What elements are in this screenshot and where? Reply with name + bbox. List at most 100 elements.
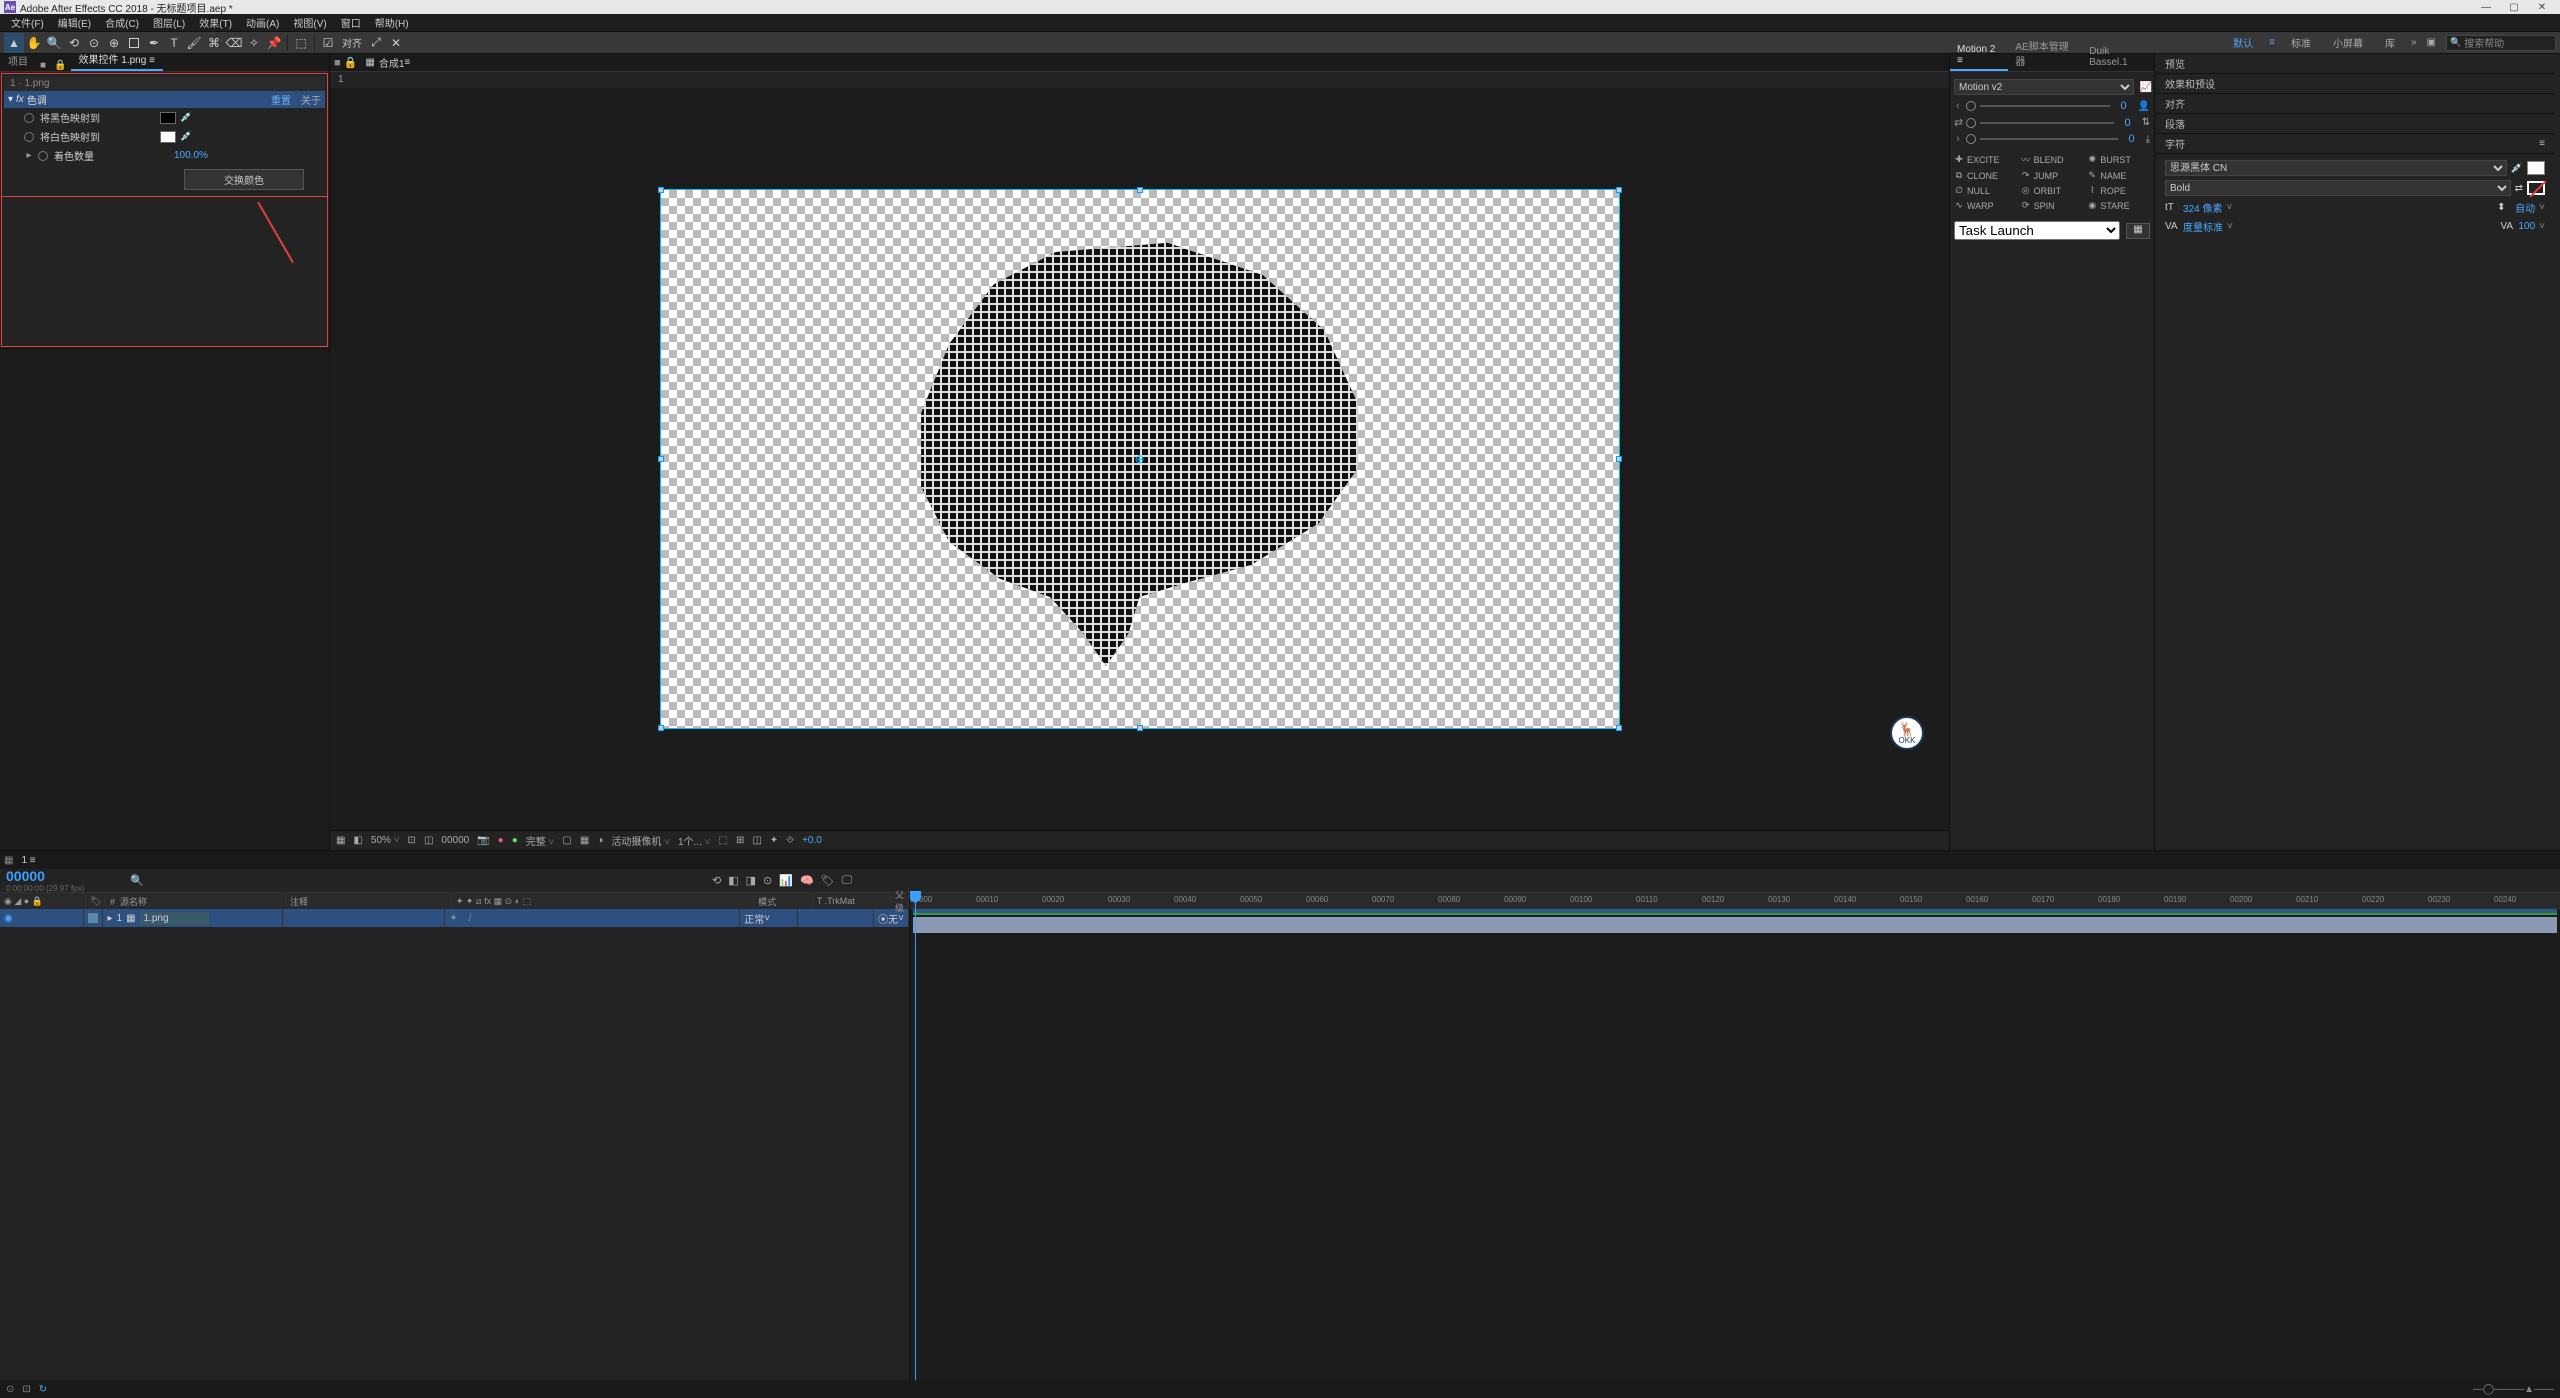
timeline-icon[interactable]: ⟐ bbox=[786, 835, 794, 846]
menu-view[interactable]: 视图(V) bbox=[286, 13, 333, 32]
tool-eraser[interactable]: ⌫ bbox=[224, 33, 244, 53]
tool-puppet[interactable]: 📌 bbox=[264, 33, 284, 53]
current-time-display[interactable]: 00000 bbox=[6, 868, 124, 884]
selection-handle[interactable] bbox=[1616, 725, 1622, 731]
selection-handle[interactable] bbox=[658, 456, 664, 462]
roi-icon[interactable]: ◫ bbox=[424, 835, 433, 846]
task-launch-dropdown[interactable]: Task Launch bbox=[1954, 221, 2120, 240]
lock-icon[interactable]: ■ bbox=[36, 60, 50, 71]
stopwatch-icon[interactable] bbox=[24, 113, 34, 123]
panel-character[interactable]: 字符≡ bbox=[2155, 134, 2555, 154]
motion-btn-orbit[interactable]: ◎ORBIT bbox=[2021, 185, 2084, 196]
status-render-icon[interactable]: ⊡ bbox=[22, 1384, 30, 1395]
tool-roto[interactable]: ✧ bbox=[244, 33, 264, 53]
resolution-dropdown[interactable]: 完整 bbox=[526, 833, 555, 848]
views-dropdown[interactable]: 1个... bbox=[678, 833, 711, 848]
timecode-display[interactable]: 00000 bbox=[441, 835, 469, 846]
timeline-track-area[interactable]: 0000000010000200003000040000500006000070… bbox=[910, 893, 2560, 1380]
motion-btn-excite[interactable]: ✚EXCITE bbox=[1954, 153, 2017, 166]
anchor-point-icon[interactable]: ⊕ bbox=[1134, 452, 1144, 466]
selection-handle[interactable] bbox=[1137, 187, 1143, 193]
motion-slider-3[interactable]: ›0⤓ bbox=[1954, 131, 2150, 147]
timeline-search-icon[interactable]: 🔍 bbox=[130, 874, 150, 887]
motion-btn-stare[interactable]: ◉STARE bbox=[2087, 200, 2150, 211]
motion-btn-jump[interactable]: ↷JUMP bbox=[2021, 170, 2084, 181]
motion-btn-clone[interactable]: ⧉CLONE bbox=[1954, 170, 2017, 181]
status-toggle-icon[interactable]: ⊙ bbox=[6, 1384, 14, 1395]
menu-window[interactable]: 窗口 bbox=[334, 13, 368, 32]
playhead[interactable] bbox=[915, 893, 916, 1380]
eyedropper-icon[interactable]: 💉 bbox=[180, 112, 192, 123]
workspace-small[interactable]: 小屏幕 bbox=[2327, 33, 2369, 52]
black-color-swatch[interactable] bbox=[160, 112, 176, 124]
selection-handle[interactable] bbox=[1616, 456, 1622, 462]
tl-btn-graph[interactable]: 📊 bbox=[777, 872, 795, 889]
eyedropper-icon[interactable]: 💉 bbox=[180, 131, 192, 142]
snap-checkbox[interactable]: ☑ bbox=[318, 33, 338, 53]
menu-edit[interactable]: 编辑(E) bbox=[51, 13, 98, 32]
comp-tab[interactable]: ▦ 合成1 ≡ bbox=[357, 53, 418, 72]
panel-paragraph[interactable]: 段落 bbox=[2155, 114, 2555, 134]
channel-g-icon[interactable]: ● bbox=[512, 835, 518, 846]
lock-icon[interactable]: ■ 🔒 bbox=[334, 56, 357, 69]
status-bin-icon[interactable]: ↻ bbox=[39, 1384, 47, 1395]
selection-handle[interactable] bbox=[658, 725, 664, 731]
selection-handle[interactable] bbox=[1616, 187, 1622, 193]
panel-menu-icon[interactable]: 🔒 bbox=[50, 60, 70, 71]
tab-motion2[interactable]: Motion 2 ≡ bbox=[1950, 41, 2008, 71]
visibility-icon[interactable]: ◉ bbox=[4, 913, 13, 924]
tool-zoom[interactable]: 🔍 bbox=[44, 33, 64, 53]
menu-composition[interactable]: 合成(C) bbox=[98, 13, 146, 32]
tl-btn-shy[interactable]: ⟲ bbox=[710, 872, 723, 889]
menu-layer[interactable]: 图层(L) bbox=[146, 13, 192, 32]
tab-duik[interactable]: Duik Bassel.1 bbox=[2082, 43, 2154, 71]
font-family-dropdown[interactable]: 思源黑体 CN bbox=[2165, 160, 2507, 176]
tool-brush[interactable]: 🖌 bbox=[184, 33, 204, 53]
zoom-slider[interactable]: —◯———▲—— bbox=[2473, 1384, 2554, 1395]
zoom-dropdown[interactable]: 50% bbox=[371, 835, 400, 846]
layer-color-tag[interactable] bbox=[88, 913, 98, 923]
panel-effects-presets[interactable]: 效果和预设 bbox=[2155, 74, 2555, 94]
grid-icon[interactable]: ▦ bbox=[336, 835, 345, 846]
effect-about[interactable]: 关于 bbox=[301, 92, 321, 107]
tl-btn-frameblend[interactable]: ◨ bbox=[744, 872, 758, 889]
tool-clone[interactable]: ⌘ bbox=[204, 33, 224, 53]
menu-help[interactable]: 帮助(H) bbox=[368, 13, 416, 32]
comp-breadcrumb[interactable]: 1 bbox=[330, 72, 1949, 88]
tracking-value[interactable]: 100 bbox=[2518, 221, 2535, 232]
white-color-swatch[interactable] bbox=[160, 131, 176, 143]
menu-file[interactable]: 文件(F) bbox=[4, 13, 51, 32]
timeline-layer-row-1[interactable]: ◉ ▸1 ▦ 1.png ✦ / 正常 ˅ ⦿ 无 ˅ bbox=[0, 909, 909, 927]
tl-btn-brain[interactable]: 🧠 bbox=[798, 872, 816, 889]
motion-btn-burst[interactable]: ✺BURST bbox=[2087, 153, 2150, 166]
panel-preview[interactable]: 预览 bbox=[2155, 54, 2555, 74]
dpx-icon[interactable]: ⊡ bbox=[408, 835, 416, 846]
workspace-standard[interactable]: 标准 bbox=[2285, 33, 2317, 52]
motion-btn-warp[interactable]: ∿WARP bbox=[1954, 200, 2017, 211]
stopwatch-icon[interactable] bbox=[24, 132, 34, 142]
snap-opt2[interactable]: ✕ bbox=[386, 33, 406, 53]
tab-script-manager[interactable]: AE脚本管理器 bbox=[2008, 35, 2082, 71]
workspace-overflow[interactable]: » bbox=[2411, 37, 2417, 48]
comp-viewport[interactable]: ⊕ 🦌OKK bbox=[330, 88, 1949, 830]
maximize-button[interactable]: ▢ bbox=[2500, 2, 2528, 13]
menu-effect[interactable]: 效果(T) bbox=[192, 13, 239, 32]
graph-icon[interactable]: 📈 bbox=[2140, 82, 2150, 93]
panel-toggle-icon[interactable]: ▣ bbox=[2427, 37, 2436, 48]
motion-preset-dropdown[interactable]: Motion v2 bbox=[1954, 79, 2134, 95]
tl-btn-draft3d[interactable]: ◧ bbox=[726, 872, 740, 889]
channel-r-icon[interactable]: ● bbox=[498, 835, 504, 846]
tab-project[interactable]: 项目 bbox=[0, 50, 36, 71]
motion-btn-name[interactable]: ✎NAME bbox=[2087, 170, 2150, 181]
timeline-tab-1[interactable]: 1 ≡ bbox=[13, 853, 43, 868]
exposure-value[interactable]: +0.0 bbox=[802, 835, 822, 846]
pixel-aspect-icon[interactable]: ◫ bbox=[752, 835, 761, 846]
share-icon[interactable]: ⊞ bbox=[736, 835, 744, 846]
motion-btn-null[interactable]: ∅NULL bbox=[1954, 185, 2017, 196]
disclosure-icon[interactable]: ▸ bbox=[24, 150, 34, 161]
effect-tint-header[interactable]: ▾fx 色调 重置 关于 bbox=[4, 91, 325, 108]
motion-slider-1[interactable]: ‹0👤 bbox=[1954, 98, 2150, 114]
motion-btn-blend[interactable]: 〰BLEND bbox=[2021, 153, 2084, 166]
eyedropper-icon[interactable]: 💉 bbox=[2511, 163, 2523, 174]
swap-colors-button[interactable]: 交换颜色 bbox=[184, 169, 304, 190]
